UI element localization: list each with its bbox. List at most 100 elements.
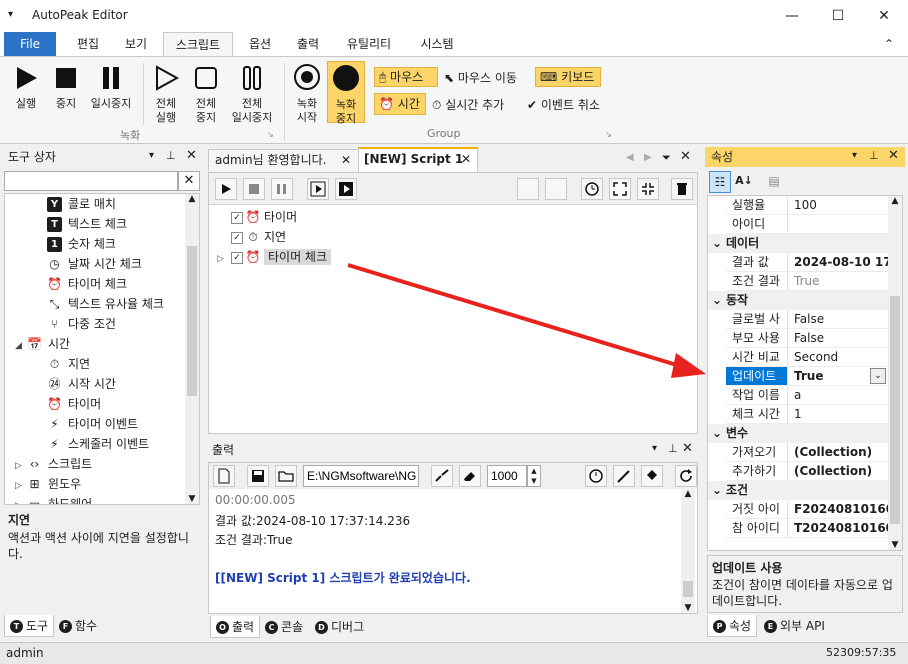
panel-menu-icon[interactable]: ▾ — [852, 150, 857, 161]
pen-button[interactable] — [613, 465, 635, 487]
tab-utility[interactable]: 유틸리티 — [336, 32, 402, 56]
scrollbar-thumb[interactable] — [187, 246, 197, 396]
collapse-arrow-icon[interactable]: ◢ — [15, 336, 27, 356]
toolbox-item[interactable]: Y 콜로 매치 — [47, 194, 116, 214]
categorized-view-button[interactable]: ☷ — [709, 171, 731, 193]
toolbar-button-blank-1[interactable] — [517, 178, 539, 200]
dropdown-arrow-icon[interactable]: ⌄ — [870, 368, 886, 384]
property-row[interactable]: 가져오기 (Collection) — [708, 443, 888, 462]
panel-menu-icon[interactable]: ▾ — [652, 443, 657, 454]
enabled-checkbox[interactable]: ✓ — [231, 251, 243, 264]
property-value[interactable]: T2024081016062 — [792, 519, 888, 538]
property-row[interactable]: 실행율 100 — [708, 196, 888, 215]
property-category[interactable]: ⌄ 동작 — [708, 291, 888, 310]
property-row[interactable]: 체크 시간 1 — [708, 405, 888, 424]
clear-log-button[interactable] — [459, 465, 481, 487]
run-button[interactable]: 실행 — [6, 65, 46, 111]
clear-search-button[interactable]: ✕ — [178, 171, 200, 191]
close-tab-icon[interactable]: ✕ — [461, 149, 471, 170]
tab-tools[interactable]: T 도구 — [4, 615, 55, 637]
history-button[interactable] — [581, 178, 603, 200]
maximize-button[interactable]: ☐ — [815, 4, 861, 28]
property-row[interactable]: 조건 결과 True — [708, 272, 888, 291]
minimize-button[interactable]: — — [769, 4, 815, 28]
tab-system[interactable]: 시스템 — [408, 32, 466, 56]
expand-arrow-icon[interactable]: ▷ — [15, 496, 27, 504]
record-start-button[interactable]: 녹화 시작 — [288, 63, 326, 125]
enabled-checkbox[interactable]: ✓ — [231, 211, 243, 224]
collapse-chevron-icon[interactable]: ⌄ — [708, 234, 726, 253]
close-button[interactable]: ✕ — [861, 4, 907, 28]
property-row[interactable]: 부모 사용 False — [708, 329, 888, 348]
tab-view[interactable]: 보기 — [114, 32, 158, 56]
record-time-toggle[interactable]: ⏰ 시간 — [374, 93, 426, 115]
close-tab-icon[interactable]: ✕ — [341, 150, 351, 170]
run-from-here-button[interactable] — [335, 178, 357, 200]
close-panel-icon[interactable]: ✕ — [682, 441, 693, 456]
tab-functions[interactable]: F 함수 — [54, 615, 102, 637]
toolbox-item[interactable]: 1 숫자 체크 — [47, 234, 116, 254]
collapse-chevron-icon[interactable]: ⌄ — [708, 481, 726, 500]
tab-scroll-left-icon[interactable]: ◀ — [626, 152, 634, 163]
open-folder-button[interactable] — [275, 465, 297, 487]
pin-icon[interactable]: ⊥ — [869, 149, 879, 162]
property-row[interactable]: 참 아이디T2024081016062 — [708, 519, 888, 538]
property-row[interactable]: 글로벌 사 False — [708, 310, 888, 329]
tab-debug[interactable]: D 디버그 — [310, 616, 369, 638]
toolbox-item[interactable]: ⚡ 타이머 이벤트 — [47, 414, 138, 434]
pause-all-button[interactable]: 전체 일시중지 — [226, 65, 278, 125]
property-row[interactable]: 거짓 아이F2024081016062 — [708, 500, 888, 519]
property-value[interactable]: a — [792, 386, 888, 405]
toolbox-item[interactable]: ㉔ 시작 시간 — [47, 374, 116, 394]
script-run-button[interactable] — [215, 178, 237, 200]
close-panel-icon[interactable]: ✕ — [186, 148, 197, 163]
tab-list-icon[interactable]: ⏷ — [662, 151, 671, 165]
property-value[interactable]: 2024-08-10 17:3 — [792, 253, 888, 272]
script-stop-button[interactable] — [243, 178, 265, 200]
script-pause-button[interactable] — [271, 178, 293, 200]
tab-external-api[interactable]: E 외부 API — [759, 615, 830, 637]
toolbox-item[interactable]: ⏰ 타이머 — [47, 394, 101, 414]
tab-scroll-right-icon[interactable]: ▶ — [644, 152, 652, 163]
property-row[interactable]: 추가하기 (Collection) — [708, 462, 888, 481]
property-row[interactable]: 업데이트 True ⌄ — [708, 367, 888, 386]
property-row[interactable]: 작업 이름 a — [708, 386, 888, 405]
run-all-button[interactable]: 전체 실행 — [146, 65, 186, 125]
system-menu-icon[interactable]: ▾ — [8, 9, 13, 20]
toolbox-item[interactable]: ⚡ 스케줄러 이벤트 — [47, 434, 149, 454]
toolbox-item[interactable]: ◢ 📅 시간 — [15, 334, 70, 354]
new-log-button[interactable] — [213, 465, 235, 487]
property-value[interactable]: (Collection) — [792, 443, 888, 462]
scrollbar-thumb[interactable] — [890, 296, 900, 524]
property-category[interactable]: ⌄ 변수 — [708, 424, 888, 443]
property-category[interactable]: ⌄ 데이터 — [708, 234, 888, 253]
realtime-add-button[interactable]: ⏱ 실시간 추가 — [432, 96, 504, 113]
collapse-chevron-icon[interactable]: ⌄ — [708, 424, 726, 443]
tab-properties[interactable]: P 속성 — [707, 615, 758, 637]
toolbox-item[interactable]: ◷ 날짜 시간 체크 — [47, 254, 142, 274]
stop-button[interactable]: 중지 — [46, 65, 86, 111]
close-panel-icon[interactable]: ✕ — [888, 148, 899, 163]
refresh-button[interactable] — [675, 465, 697, 487]
delete-button[interactable] — [671, 178, 693, 200]
expand-arrow-icon[interactable]: ▷ — [217, 249, 231, 269]
property-value[interactable]: False — [792, 329, 888, 348]
property-value[interactable]: 1 — [792, 405, 888, 424]
property-value[interactable]: Second — [792, 348, 888, 367]
pause-button[interactable]: 일시중지 — [86, 65, 136, 111]
script-tree-item[interactable]: ✓ ⏰ 타이머 — [217, 207, 297, 227]
property-value[interactable]: True — [792, 272, 888, 291]
toolbox-item[interactable]: T 텍스트 체크 — [47, 214, 127, 234]
step-run-button[interactable] — [307, 178, 329, 200]
timestamp-button[interactable] — [585, 465, 607, 487]
tab-options[interactable]: 옵션 — [238, 32, 282, 56]
toolbox-item[interactable]: ⏱ 지연 — [47, 354, 90, 374]
property-value[interactable]: 100 — [792, 196, 888, 215]
tab-output-log[interactable]: O 출력 — [210, 616, 261, 638]
filter-button[interactable] — [431, 465, 453, 487]
collapse-button[interactable] — [637, 178, 659, 200]
scrollbar-thumb[interactable] — [683, 581, 693, 597]
property-scrollbar[interactable]: ▲ ▼ — [888, 196, 902, 550]
collapse-chevron-icon[interactable]: ⌄ — [708, 291, 726, 310]
toolbox-item[interactable]: ▷▭ 하드웨어 — [15, 494, 92, 504]
